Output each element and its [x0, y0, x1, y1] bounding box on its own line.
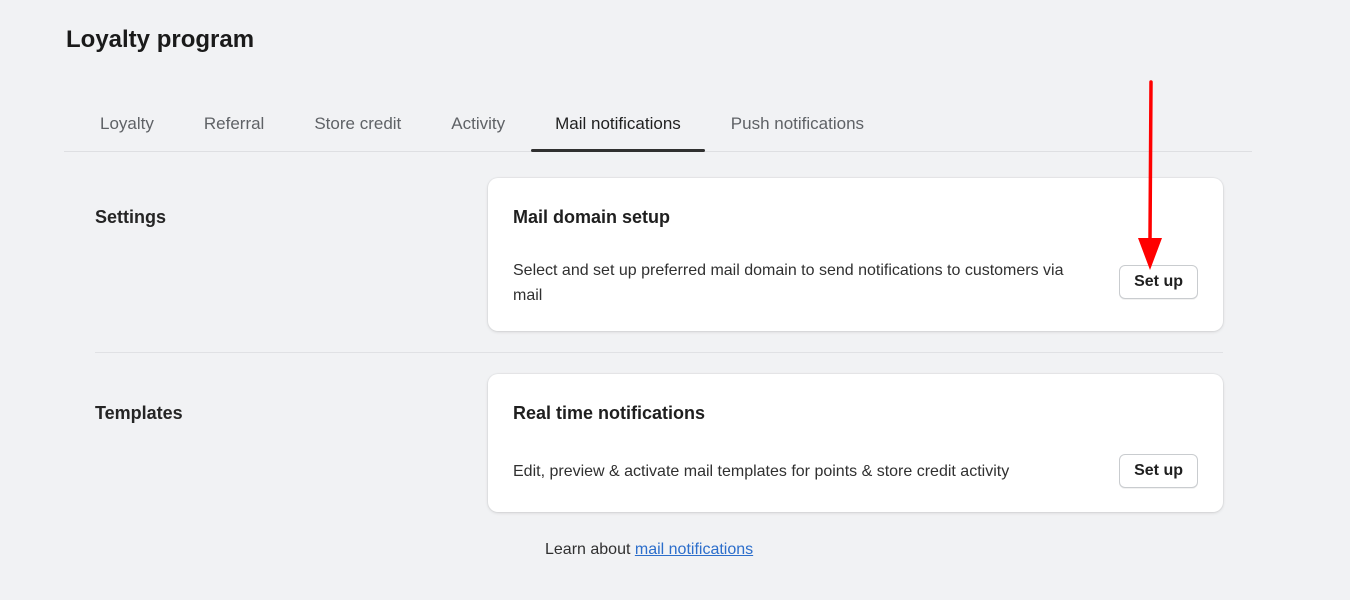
learn-more-text: Learn about mail notifications — [545, 541, 753, 559]
tab-activity[interactable]: Activity — [427, 96, 529, 151]
tab-loyalty[interactable]: Loyalty — [76, 96, 178, 151]
real-time-notifications-description: Edit, preview & activate mail templates … — [513, 463, 1010, 480]
annotation-arrow-icon — [1138, 80, 1162, 270]
tab-bar: Loyalty Referral Store credit Activity M… — [64, 96, 1252, 152]
tab-push-notifications[interactable]: Push notifications — [707, 96, 888, 151]
mail-domain-setup-card: Mail domain setup Select and set up pref… — [488, 178, 1223, 331]
templates-section-label: Templates — [95, 403, 183, 423]
real-time-notifications-card: Real time notifications Edit, preview & … — [488, 374, 1223, 512]
page-title: Loyalty program — [66, 26, 255, 53]
settings-section-label: Settings — [95, 207, 167, 227]
tab-referral[interactable]: Referral — [180, 96, 288, 151]
mail-domain-setup-title: Mail domain setup — [513, 207, 671, 227]
tab-mail-notifications[interactable]: Mail notifications — [531, 96, 705, 152]
mail-domain-setup-description: Select and set up preferred mail domain … — [513, 262, 1064, 304]
real-time-notifications-button[interactable]: Set up — [1119, 454, 1198, 488]
learn-more-prefix: Learn about — [545, 541, 631, 558]
real-time-notifications-title: Real time notifications — [513, 403, 706, 423]
tab-store-credit[interactable]: Store credit — [290, 96, 425, 151]
mail-notifications-link[interactable]: mail notifications — [635, 541, 753, 558]
section-divider — [95, 352, 1223, 353]
